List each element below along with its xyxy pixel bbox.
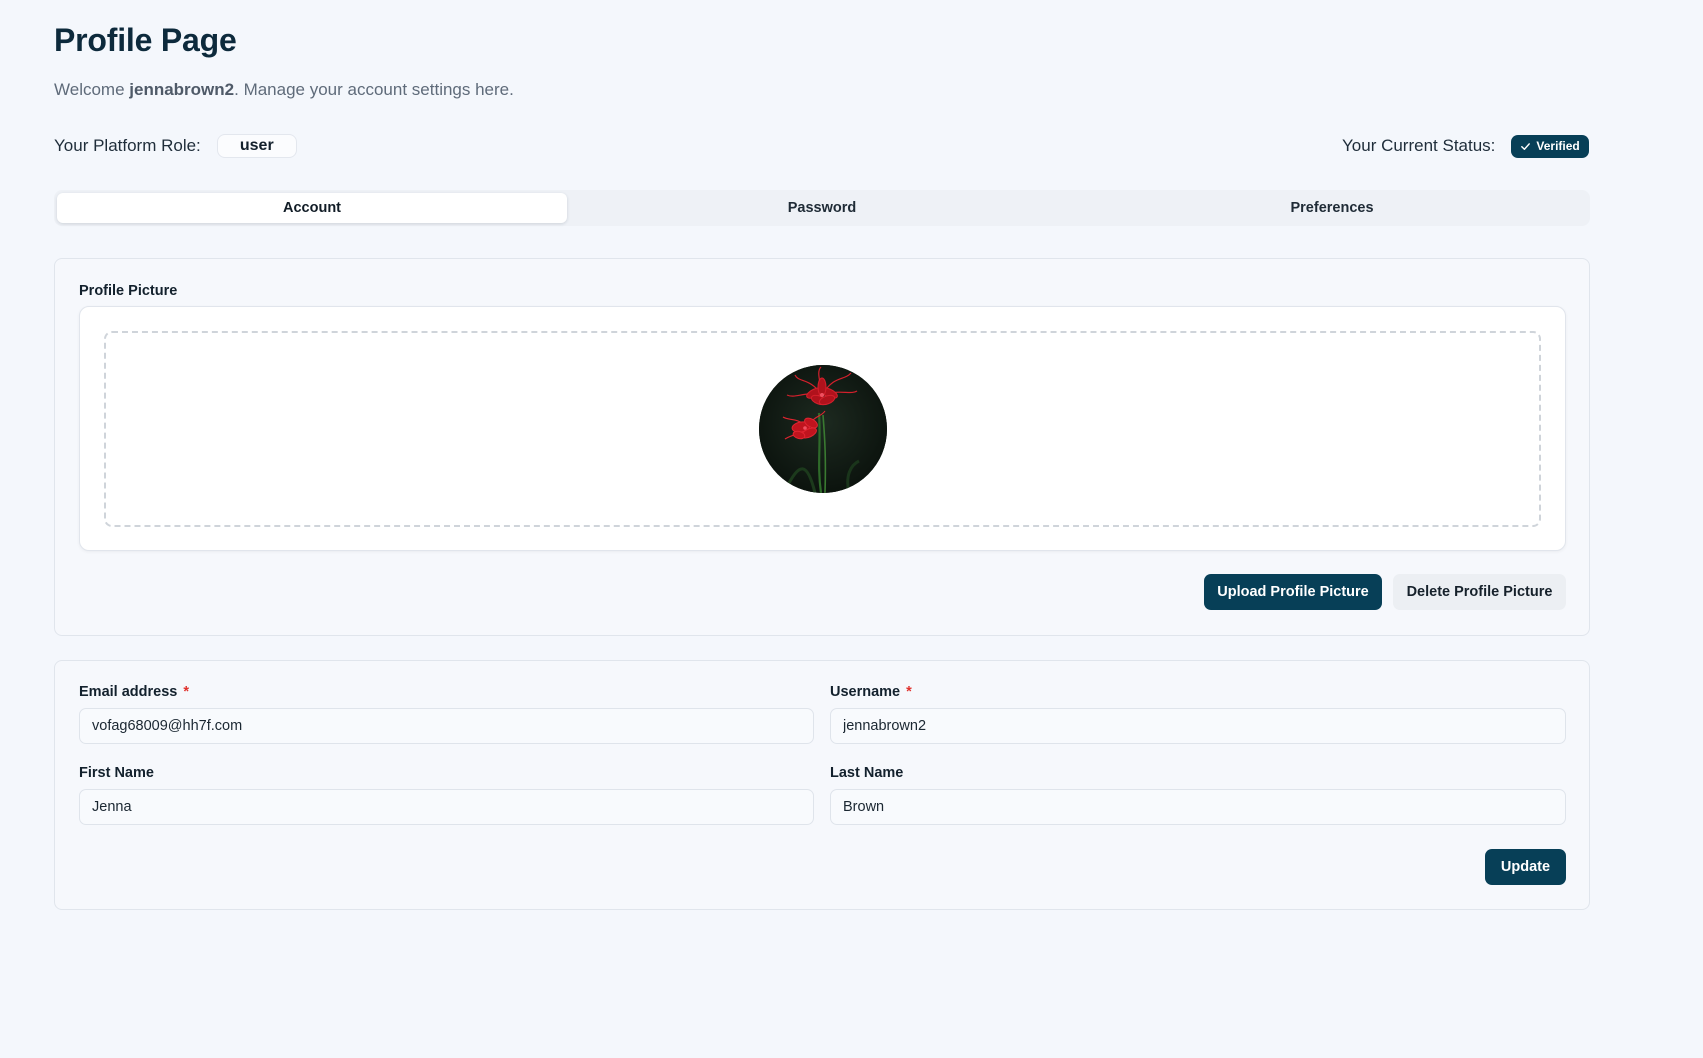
welcome-prefix: Welcome bbox=[54, 80, 130, 99]
check-icon bbox=[1521, 142, 1531, 150]
account-details-card: Email address * Username * First Name Last… bbox=[54, 660, 1590, 910]
current-status-label: Your Current Status: bbox=[1342, 136, 1496, 155]
platform-role-label: Your Platform Role: bbox=[54, 136, 201, 155]
last-name-label: Last Name bbox=[830, 765, 904, 781]
page-title: Profile Page bbox=[54, 22, 237, 58]
profile-page: Profile Page Welcome jennabrown2. Manage… bbox=[0, 0, 1703, 1058]
email-required-mark: * bbox=[183, 684, 189, 700]
verified-badge-label: Verified bbox=[1536, 139, 1580, 153]
profile-picture-card: Profile Picture Upload Profile Picture D… bbox=[54, 258, 1590, 636]
tab-preferences[interactable]: Preferences bbox=[1077, 193, 1587, 223]
platform-role: Your Platform Role: user bbox=[54, 134, 297, 158]
platform-role-badge: user bbox=[216, 134, 297, 158]
username-label-text: Username bbox=[830, 684, 901, 700]
profile-avatar-image bbox=[759, 365, 887, 493]
username-field[interactable] bbox=[830, 708, 1566, 744]
welcome-username: jennabrown2 bbox=[129, 80, 235, 99]
first-name-field[interactable] bbox=[79, 789, 814, 825]
username-label: Username * bbox=[830, 684, 912, 700]
tab-account[interactable]: Account bbox=[57, 193, 567, 223]
email-label: Email address * bbox=[79, 684, 189, 700]
last-name-field[interactable] bbox=[830, 789, 1566, 825]
welcome-suffix: . Manage your account settings here. bbox=[234, 80, 514, 99]
verified-badge: Verified bbox=[1511, 134, 1589, 158]
profile-picture-container bbox=[79, 306, 1566, 551]
welcome-message: Welcome jennabrown2. Manage your account… bbox=[54, 80, 514, 100]
username-required-mark: * bbox=[906, 684, 912, 700]
update-button[interactable]: Update bbox=[1485, 849, 1566, 885]
email-field[interactable] bbox=[79, 708, 814, 744]
upload-profile-picture-button[interactable]: Upload Profile Picture bbox=[1204, 574, 1382, 610]
profile-picture-dropzone[interactable] bbox=[104, 331, 1541, 527]
tab-password[interactable]: Password bbox=[567, 193, 1077, 223]
settings-tabs: Account Password Preferences bbox=[54, 190, 1590, 226]
profile-picture-label: Profile Picture bbox=[79, 283, 178, 299]
delete-profile-picture-button[interactable]: Delete Profile Picture bbox=[1393, 574, 1566, 610]
current-status: Your Current Status: Verified bbox=[1342, 134, 1589, 158]
email-label-text: Email address bbox=[79, 684, 178, 700]
first-name-label: First Name bbox=[79, 765, 154, 781]
